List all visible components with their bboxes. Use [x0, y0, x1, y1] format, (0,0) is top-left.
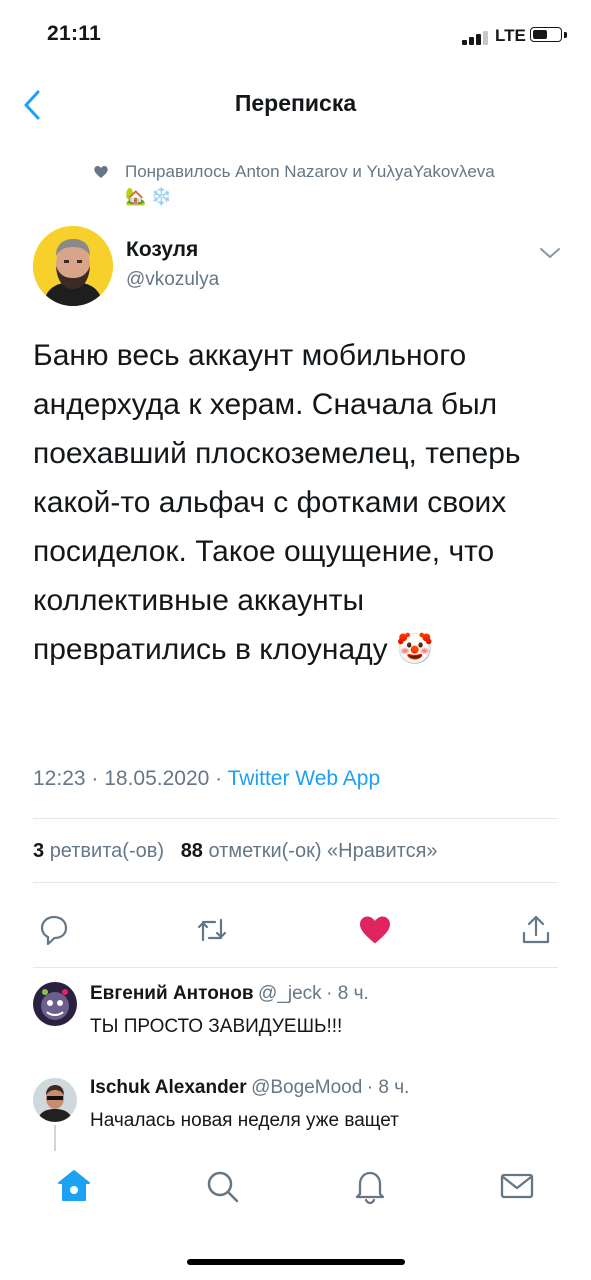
tweet-source-link[interactable]: Twitter Web App — [228, 767, 381, 790]
author-handle[interactable]: @vkozulya — [126, 269, 219, 291]
reply-time: · 8 ч. — [366, 1077, 410, 1098]
battery-cap — [564, 32, 567, 38]
page-title: Переписка — [234, 90, 357, 116]
status-time: 21:11 — [47, 22, 102, 45]
reply-header: Ischuk Alexander @BogeMood · 8 ч. — [90, 1077, 409, 1099]
divider — [33, 818, 558, 819]
home-icon[interactable] — [54, 1166, 94, 1206]
divider — [33, 882, 558, 883]
reply-avatar[interactable] — [33, 1078, 77, 1122]
search-icon[interactable] — [202, 1166, 242, 1206]
reply-icon[interactable] — [36, 912, 72, 948]
like-icon[interactable] — [357, 912, 393, 948]
reply-header: Евгений Антонов @_jeck · 8 ч. — [90, 983, 369, 1005]
reply-avatar[interactable] — [33, 982, 77, 1026]
tweet-stats: 3 ретвита(-ов) 88 отметки(-ок) «Нравится… — [33, 840, 438, 863]
reply-time: · 8 ч. — [326, 983, 369, 1004]
tweet-meta: 12:23 · 18.05.2020 · Twitter Web App — [33, 767, 380, 791]
battery-icon — [530, 27, 562, 42]
share-icon[interactable] — [518, 912, 554, 948]
reply-handle[interactable]: @BogeMood — [251, 1077, 362, 1098]
notifications-icon[interactable] — [350, 1166, 390, 1206]
retweets-label[interactable]: ретвита(-ов) — [50, 840, 164, 862]
chevron-down-icon[interactable] — [538, 246, 562, 260]
tweet-text: Баню весь аккаунт мобильного андерхуда к… — [33, 339, 521, 666]
retweets-count[interactable]: 3 — [33, 840, 44, 862]
tweet-timestamp: 12:23 · 18.05.2020 · — [33, 767, 228, 790]
divider — [33, 967, 558, 968]
author-name[interactable]: Козуля — [126, 238, 198, 262]
thread-line — [54, 1125, 56, 1151]
messages-icon[interactable] — [497, 1166, 537, 1206]
reply-author-name[interactable]: Ischuk Alexander — [90, 1077, 247, 1098]
reply-text: ТЫ ПРОСТО ЗАВИДУЕШЬ!!! — [90, 1016, 343, 1037]
reply-text: Началась новая неделя уже ващет — [90, 1110, 399, 1131]
signal-icon — [462, 29, 492, 45]
network-label: LTE — [495, 26, 526, 45]
likes-count[interactable]: 88 — [181, 840, 203, 862]
liked-by-text[interactable]: Понравилось Anton Nazarov и YuλyaYakovλe… — [125, 159, 505, 209]
avatar[interactable] — [33, 226, 113, 306]
home-indicator — [187, 1259, 405, 1265]
battery-fill — [533, 30, 547, 39]
reply-handle[interactable]: @_jeck — [258, 983, 322, 1004]
likes-label[interactable]: отметки(-ок) «Нравится» — [209, 840, 438, 862]
reply-author-name[interactable]: Евгений Антонов — [90, 983, 254, 1004]
retweet-icon[interactable] — [194, 912, 230, 948]
heart-icon — [93, 164, 109, 180]
